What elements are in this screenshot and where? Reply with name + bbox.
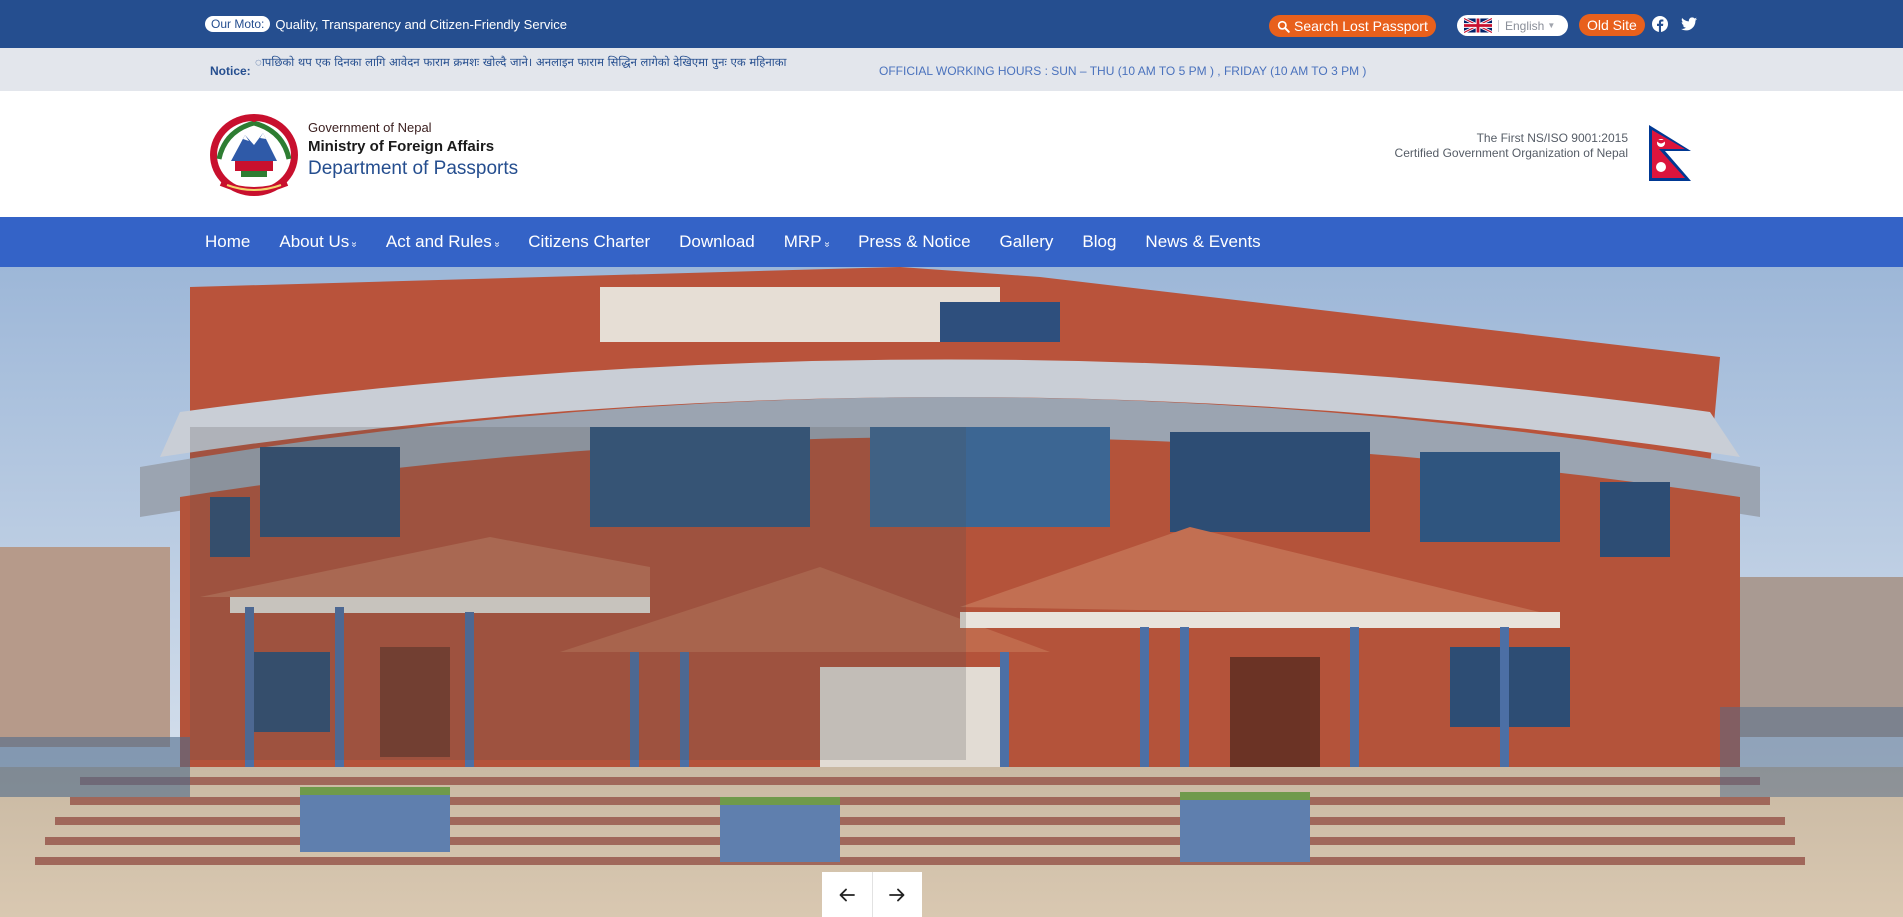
motto-label: Our Moto: bbox=[205, 16, 271, 32]
twitter-icon[interactable] bbox=[1681, 16, 1697, 32]
nav-item-citizens-charter[interactable]: Citizens Charter bbox=[528, 232, 650, 252]
nav-item-about-us[interactable]: About Us» bbox=[279, 232, 360, 252]
slider-prev-button[interactable] bbox=[822, 872, 873, 917]
header-titles: Government of Nepal Ministry of Foreign … bbox=[308, 120, 518, 180]
language-select[interactable]: English ▼ bbox=[1457, 15, 1568, 36]
nav-item-label: Download bbox=[679, 232, 755, 251]
old-site-label: Old Site bbox=[1587, 17, 1637, 33]
nav-item-download[interactable]: Download bbox=[679, 232, 755, 252]
hero-slider bbox=[0, 267, 1903, 917]
nav-item-label: Press & Notice bbox=[858, 232, 971, 251]
notice-label: Notice: bbox=[210, 64, 251, 78]
nav-item-mrp[interactable]: MRP» bbox=[783, 232, 832, 252]
nav-item-label: Blog bbox=[1082, 232, 1117, 251]
main-nav: Home About Us» Act and Rules» Citizens Char… bbox=[0, 217, 1903, 267]
main-nav-list: Home About Us» Act and Rules» Citizens Char… bbox=[205, 217, 1290, 267]
working-hours: OFFICIAL WORKING HOURS : SUN – THU (10 A… bbox=[879, 64, 1367, 78]
arrow-left-icon bbox=[839, 888, 855, 901]
nav-item-label: Citizens Charter bbox=[528, 232, 651, 251]
arrow-right-icon bbox=[889, 888, 905, 901]
top-bar: Our Moto: Quality, Transparency and Citi… bbox=[0, 0, 1903, 48]
iso-line-2: Certified Government Organization of Nep… bbox=[1394, 146, 1628, 160]
facebook-icon[interactable] bbox=[1652, 16, 1668, 32]
government-name: Government of Nepal bbox=[308, 120, 432, 135]
iso-certification: The First NS/ISO 9001:2015 Certified Gov… bbox=[1395, 131, 1628, 161]
nepal-flag-icon bbox=[1649, 125, 1691, 181]
nav-item-gallery[interactable]: Gallery bbox=[1000, 232, 1054, 252]
language-label: English bbox=[1505, 18, 1545, 33]
nav-item-home[interactable]: Home bbox=[205, 232, 250, 252]
nav-item-label: News & Events bbox=[1145, 232, 1261, 251]
motto: Our Moto: Quality, Transparency and Citi… bbox=[205, 16, 567, 32]
department-name[interactable]: Department of Passports bbox=[308, 158, 518, 180]
nepal-emblem-logo[interactable] bbox=[205, 111, 303, 198]
slider-controls bbox=[822, 872, 922, 917]
chevron-down-icon: » bbox=[490, 241, 502, 247]
chevron-down-icon: ▼ bbox=[1547, 21, 1556, 30]
notice-ticker[interactable]: ापछिको थप एक दिनका लागि आवेदन फाराम क्रम… bbox=[255, 55, 787, 70]
nav-item-label: About Us bbox=[279, 232, 350, 251]
chevron-down-icon: » bbox=[348, 241, 360, 247]
slider-next-button[interactable] bbox=[873, 872, 923, 917]
search-icon bbox=[1277, 20, 1290, 33]
motto-text: Quality, Transparency and Citizen-Friend… bbox=[275, 16, 568, 32]
hero-caption-overlay bbox=[190, 427, 966, 760]
nav-item-act-and-rules[interactable]: Act and Rules» bbox=[385, 232, 502, 252]
search-lost-passport-button[interactable]: Search Lost Passport bbox=[1269, 15, 1436, 37]
nav-item-blog[interactable]: Blog bbox=[1082, 232, 1116, 252]
uk-flag-icon bbox=[1464, 18, 1492, 33]
old-site-button[interactable]: Old Site bbox=[1579, 14, 1645, 36]
chevron-down-icon: » bbox=[820, 241, 832, 247]
nav-item-label: Act and Rules bbox=[385, 232, 492, 251]
search-lost-passport-label: Search Lost Passport bbox=[1294, 18, 1428, 34]
language-divider bbox=[1498, 19, 1499, 32]
nav-item-news-events[interactable]: News & Events bbox=[1145, 232, 1260, 252]
iso-line-1: The First NS/ISO 9001:2015 bbox=[1476, 131, 1628, 145]
nav-item-label: Home bbox=[205, 232, 251, 251]
nav-item-press-notice[interactable]: Press & Notice bbox=[858, 232, 970, 252]
ministry-name: Ministry of Foreign Affairs bbox=[308, 138, 495, 155]
nav-item-label: Gallery bbox=[999, 232, 1054, 251]
nav-item-label: MRP bbox=[783, 232, 822, 251]
